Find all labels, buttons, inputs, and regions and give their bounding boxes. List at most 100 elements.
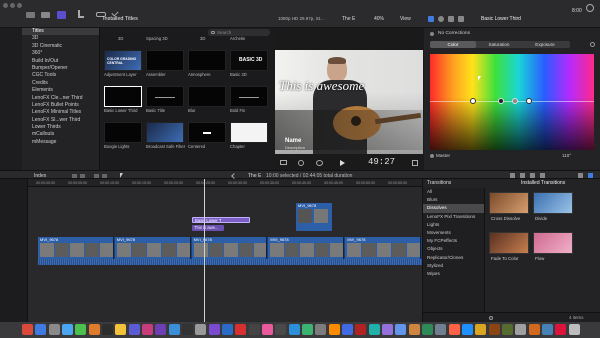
video-clip[interactable]: MVI_9678 xyxy=(268,237,345,259)
title-clip-2[interactable]: This is awe... xyxy=(192,225,224,231)
master-value[interactable]: 110° xyxy=(562,153,571,158)
dock-app-icon[interactable] xyxy=(422,324,433,335)
view-menu[interactable]: View xyxy=(400,16,411,22)
broll-clip[interactable]: MVI_9678 xyxy=(296,203,332,231)
installed-transitions-title[interactable]: Installed Transitions xyxy=(521,180,565,186)
midtones-puck[interactable] xyxy=(512,98,518,104)
dock-app-icon[interactable] xyxy=(328,324,340,335)
dock-app-icon[interactable] xyxy=(515,324,527,335)
skimming-icon[interactable] xyxy=(520,173,525,178)
transition-category-blurs[interactable]: Blurs xyxy=(423,196,484,204)
transition-category-stylized[interactable]: Stylized xyxy=(423,262,484,270)
dock-app-icon[interactable] xyxy=(195,324,207,335)
retime-icon[interactable] xyxy=(298,160,304,166)
sidebar-item-lower-thirds[interactable]: Lower Thirds xyxy=(22,124,99,131)
title-thumbnail[interactable]: COLOR GRADING CENTRAL xyxy=(104,50,142,71)
dock-app-icon[interactable] xyxy=(382,324,393,335)
transition-category-replicator-clones[interactable]: Replicator/Clones xyxy=(423,254,484,262)
transition-category-my-fcpeffects[interactable]: My FCPeffects xyxy=(423,237,484,245)
select-tool-icon[interactable] xyxy=(120,173,123,178)
dock-app-icon[interactable] xyxy=(555,324,567,335)
index-button[interactable]: Index xyxy=(34,173,46,179)
sidebar-item-lenofx-bullet-points[interactable]: LenoFX Bullet Points xyxy=(22,102,99,109)
resolution-label[interactable]: 1080p HD 29.97p, St... xyxy=(278,16,324,21)
dock-app-icon[interactable] xyxy=(262,324,273,335)
dock-app-icon[interactable] xyxy=(568,324,580,335)
append-icon[interactable] xyxy=(94,173,99,178)
title-clip[interactable]: Basic Lower T xyxy=(192,217,250,223)
transition-thumbnail[interactable] xyxy=(533,192,573,214)
title-thumbnail[interactable] xyxy=(230,86,268,107)
dock-app-icon[interactable] xyxy=(288,324,300,335)
sidebar-item-lenofx-sl-wer-third[interactable]: LenoFX Sl...wer Third xyxy=(22,117,99,124)
dock-app-icon[interactable] xyxy=(75,324,87,335)
dock-app-icon[interactable] xyxy=(542,324,553,335)
sidebar-item-cgc-tools[interactable]: CGC Tools xyxy=(22,72,99,79)
dock-app-icon[interactable] xyxy=(302,324,313,335)
highlights-puck[interactable] xyxy=(526,98,532,104)
dock-app-icon[interactable] xyxy=(448,324,460,335)
dock-app-icon[interactable] xyxy=(88,324,100,335)
transition-category-lenofx-pixl-transitions[interactable]: LenoFX Pixl Transitions xyxy=(423,213,484,221)
title-thumbnail[interactable] xyxy=(188,122,226,143)
audio-icon[interactable] xyxy=(510,173,515,178)
dock-app-icon[interactable] xyxy=(315,324,327,335)
photos-browser-icon[interactable] xyxy=(41,12,50,18)
sidebar-item-360-[interactable]: 360° xyxy=(22,50,99,57)
reset-icon[interactable] xyxy=(590,42,595,47)
transition-thumbnail[interactable] xyxy=(489,232,529,254)
dock-app-icon[interactable] xyxy=(155,324,167,335)
corrections-dropdown[interactable]: No Corrections xyxy=(430,31,500,38)
transitions-browser-icon[interactable] xyxy=(588,173,593,178)
title-thumbnail[interactable] xyxy=(188,50,226,71)
dock-app-icon[interactable] xyxy=(208,324,220,335)
dock-app-icon[interactable] xyxy=(435,324,447,335)
timeline-back-icon[interactable] xyxy=(231,172,237,179)
dock-app-icon[interactable] xyxy=(35,324,47,335)
tab-exposure[interactable]: Exposure xyxy=(522,41,568,48)
timeline-ruler[interactable]: 00:00:00:00 00:00:05:00 00:00:10:00 00:00:1… xyxy=(28,179,422,187)
dock-app-icon[interactable] xyxy=(115,324,127,335)
dock-app-icon[interactable] xyxy=(488,324,500,335)
sidebar-item-mcallouts[interactable]: mCallouts xyxy=(22,131,99,138)
dock-app-icon[interactable] xyxy=(528,324,540,335)
back-icon[interactable] xyxy=(72,173,77,178)
dock-app-icon[interactable] xyxy=(142,324,153,335)
title-thumbnail[interactable] xyxy=(146,122,184,143)
titles-browser-icon[interactable] xyxy=(57,11,66,19)
tab-color[interactable]: Color xyxy=(430,41,476,48)
zoom-window-icon[interactable] xyxy=(17,3,22,8)
playhead[interactable] xyxy=(204,179,205,322)
dock-app-icon[interactable] xyxy=(275,324,287,335)
speed-icon[interactable] xyxy=(316,160,323,166)
solo-icon[interactable] xyxy=(540,173,545,178)
transition-category-movements[interactable]: Movements xyxy=(423,229,484,237)
share-icon[interactable] xyxy=(586,4,594,12)
shadows-puck[interactable] xyxy=(498,98,504,104)
transition-category-wipes[interactable]: Wipes xyxy=(423,270,484,278)
import-icon[interactable] xyxy=(78,10,84,18)
sidebar-item-bumper-opener[interactable]: Bumper/Opener xyxy=(22,65,99,72)
title-thumbnail[interactable] xyxy=(104,122,142,143)
transition-category-dissolves[interactable]: Dissolves xyxy=(423,204,484,213)
dock-app-icon[interactable] xyxy=(342,324,353,335)
video-frame[interactable]: This is awesome Name Description xyxy=(275,50,423,154)
sidebar-item-mmessage[interactable]: mMessage xyxy=(22,139,99,146)
sidebar-item-titles[interactable]: Titles xyxy=(22,28,99,36)
close-window-icon[interactable] xyxy=(3,3,8,8)
master-puck[interactable] xyxy=(470,98,476,104)
transform-icon[interactable] xyxy=(280,160,287,165)
tab-saturation[interactable]: Saturation xyxy=(476,41,522,48)
minimize-window-icon[interactable] xyxy=(10,3,15,8)
mixer-icon[interactable] xyxy=(458,16,464,22)
title-thumbnail[interactable] xyxy=(188,86,226,107)
effects-browser-icon[interactable] xyxy=(578,173,583,178)
sidebar-item-lenofx-minimal-titles[interactable]: LenoFX Minimal Titles xyxy=(22,109,99,116)
title-thumbnail[interactable] xyxy=(104,86,142,107)
sidebar-item-credits[interactable]: Credits xyxy=(22,80,99,87)
title-thumbnail[interactable] xyxy=(146,86,184,107)
dock-app-icon[interactable] xyxy=(128,324,140,335)
video-clip[interactable]: MVI_9678 xyxy=(191,237,268,259)
sidebar-item-3d[interactable]: 3D xyxy=(22,35,99,42)
dock-app-icon[interactable] xyxy=(368,324,380,335)
